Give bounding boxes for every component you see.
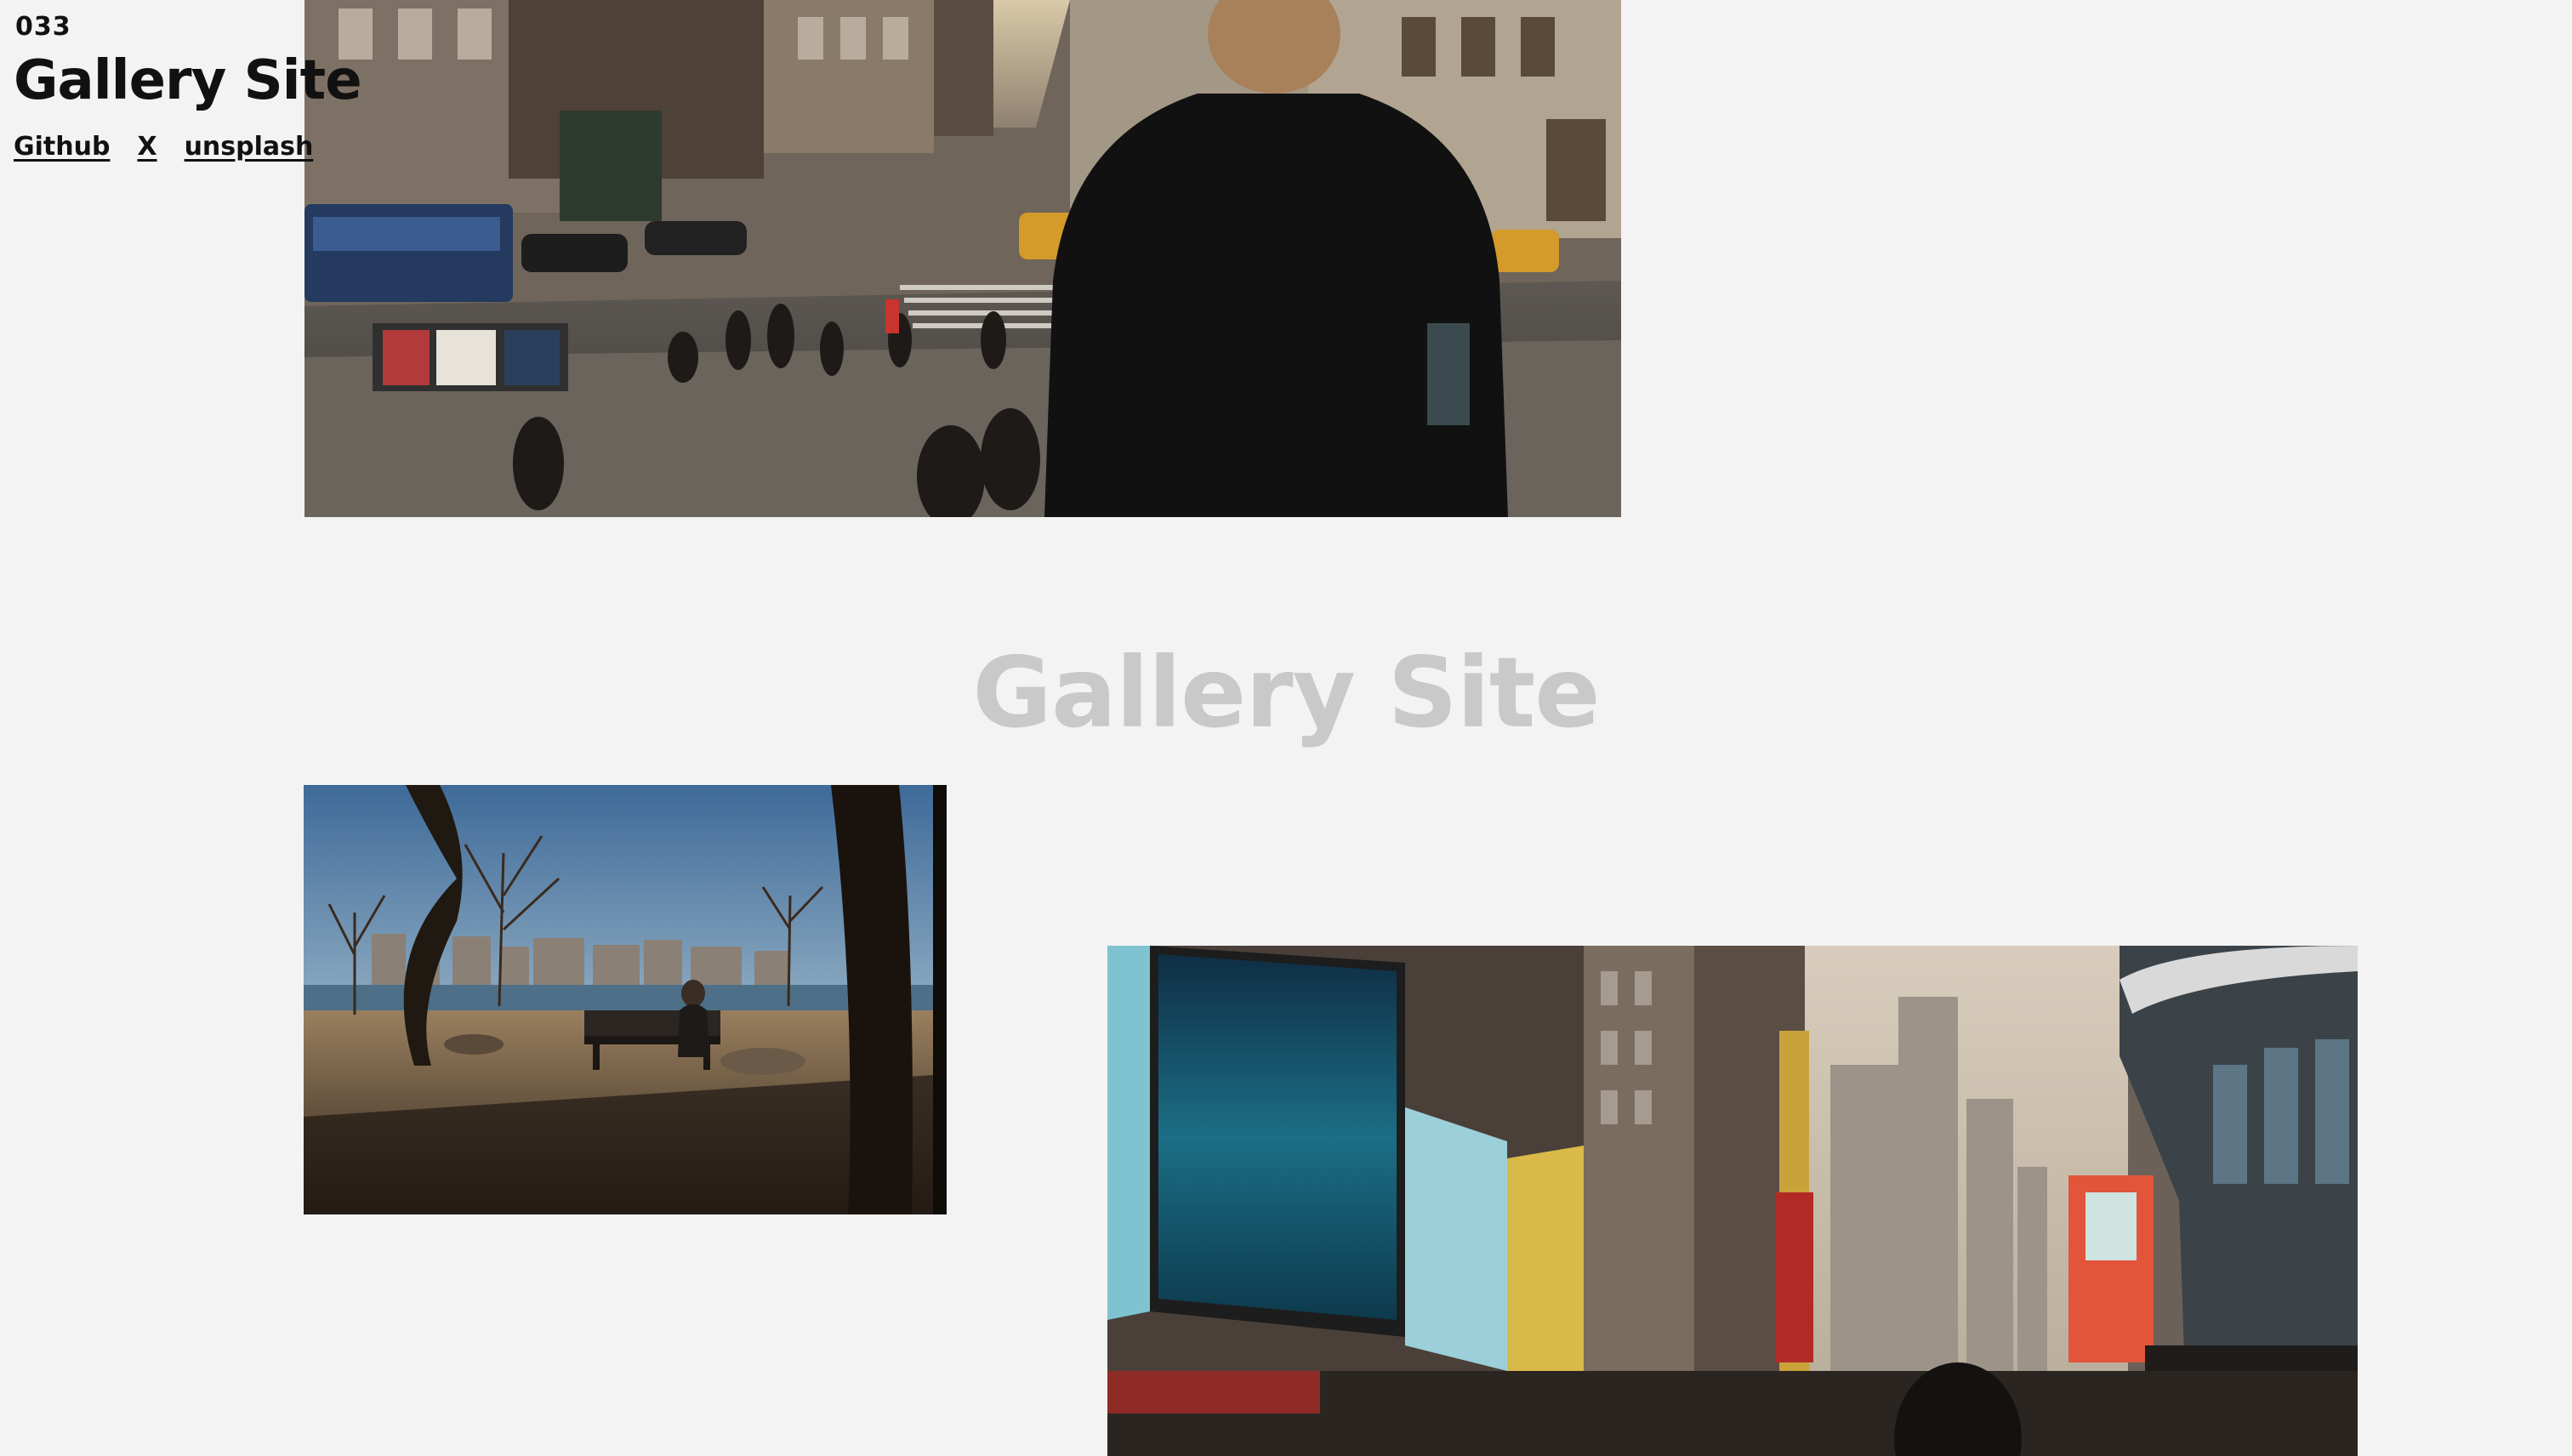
times-square-illustration bbox=[1107, 946, 2358, 1456]
site-header: 033 Gallery Site Github X unsplash bbox=[14, 12, 362, 162]
times-square-billboards-photo[interactable] bbox=[1107, 946, 2358, 1456]
city-street-illustration bbox=[304, 0, 1621, 517]
site-title: Gallery Site bbox=[14, 49, 362, 112]
unsplash-link[interactable]: unsplash bbox=[185, 132, 314, 162]
center-title: Gallery Site bbox=[972, 636, 1600, 749]
issue-number: 033 bbox=[15, 12, 71, 42]
park-bench-waterfront-photo[interactable] bbox=[304, 785, 947, 1214]
city-street-crowd-photo[interactable] bbox=[304, 0, 1621, 517]
x-link[interactable]: X bbox=[137, 132, 156, 162]
gallery-page: 033 Gallery Site Github X unsplash Galle… bbox=[0, 0, 2572, 1456]
github-link[interactable]: Github bbox=[14, 132, 110, 162]
park-bench-illustration bbox=[304, 785, 947, 1214]
header-nav: Github X unsplash bbox=[14, 132, 361, 162]
